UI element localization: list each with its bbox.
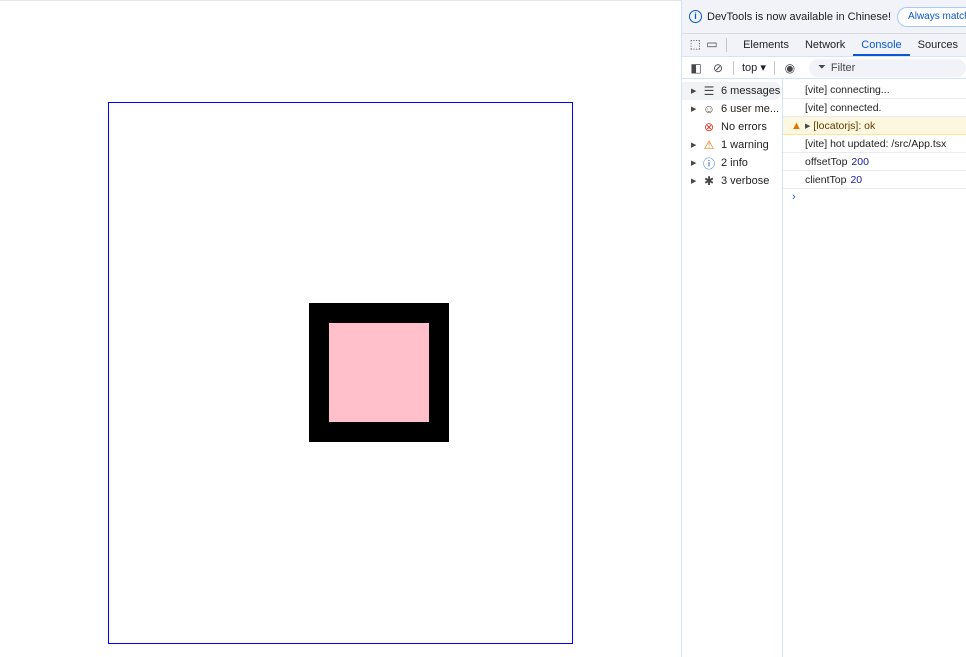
message-value: 20 [850, 173, 863, 186]
message-text: clientTop [805, 173, 847, 186]
sidebar-item-messages[interactable]: ▶ ☰ 6 messages [682, 82, 782, 100]
sidebar-item-errors[interactable]: ⊗ No errors [682, 118, 782, 136]
info-icon: i [689, 10, 702, 23]
expand-arrow-icon[interactable]: ▶ [805, 122, 810, 130]
message-text: [locatorjs]: ok [813, 119, 876, 132]
context-selector[interactable]: top ▾ [742, 61, 766, 74]
console-warning-message[interactable]: ▲ ▶ [locatorjs]: ok [783, 117, 966, 135]
warning-icon: ▲ [791, 119, 802, 132]
console-message[interactable]: offsetTop 200 [783, 153, 966, 171]
console-toolbar: ◧ ⊘ top ▾ ◉ ⏷ Filter [682, 57, 966, 79]
filter-placeholder: Filter [830, 61, 856, 74]
console-message[interactable]: [vite] hot updated: /src/App.tsx [783, 135, 966, 153]
sidebar-item-label: No errors [721, 121, 767, 133]
sidebar-item-label: 6 messages [721, 85, 781, 97]
devtools-panel: i DevTools is now available in Chinese! … [681, 0, 966, 657]
filter-icon: ⏷ [817, 62, 826, 73]
message-text: [vite] connected. [805, 101, 882, 114]
divider [733, 60, 734, 75]
sidebar-item-warnings[interactable]: ▶ ⚠ 1 warning [682, 136, 782, 154]
always-match-button[interactable]: Always match Ch [897, 6, 966, 27]
warning-icon: ⚠ [703, 138, 715, 152]
filter-input[interactable]: ⏷ Filter [808, 58, 966, 77]
console-message[interactable]: [vite] connected. [783, 99, 966, 117]
message-text: offsetTop [805, 155, 848, 168]
bordered-box [309, 303, 449, 442]
devtools-tabbar: ⬚ ▭ Elements Network Console Sources [682, 34, 966, 57]
info-icon: ⓘ [702, 156, 715, 171]
divider [773, 60, 775, 75]
message-text: [vite] connecting... [805, 83, 890, 96]
tab-sources[interactable]: Sources [910, 39, 966, 56]
inspect-element-icon[interactable]: ⬚ [689, 37, 702, 51]
error-icon: ⊗ [703, 120, 715, 134]
language-infobar: i DevTools is now available in Chinese! … [682, 0, 966, 34]
infobar-message: DevTools is now available in Chinese! [707, 10, 892, 23]
sidebar-item-label: 6 user me... [721, 103, 780, 115]
live-expression-eye-icon[interactable]: ◉ [783, 61, 797, 75]
sidebar-item-user-messages[interactable]: ▶ ☺ 6 user me... [682, 100, 782, 118]
console-sidebar: ▶ ☰ 6 messages ▶ ☺ 6 user me... ⊗ No err… [682, 79, 783, 657]
clear-console-icon[interactable]: ⊘ [711, 61, 725, 75]
expand-arrow-icon[interactable]: ▶ [691, 105, 699, 113]
console-prompt[interactable]: › [783, 189, 966, 205]
page-viewport [0, 0, 681, 657]
tab-console[interactable]: Console [853, 39, 910, 56]
sidebar-item-info[interactable]: ▶ ⓘ 2 info [682, 154, 782, 172]
sidebar-item-label: 1 warning [721, 139, 769, 151]
device-toolbar-icon[interactable]: ▭ [706, 37, 719, 51]
pink-content-box [329, 323, 429, 422]
sidebar-item-label: 3 verbose [721, 175, 770, 187]
divider [726, 38, 728, 52]
expand-arrow-icon[interactable]: ▶ [691, 177, 699, 185]
console-messages: [vite] connecting... [vite] connected. ▲… [783, 79, 966, 657]
bug-icon: ✱ [703, 174, 715, 188]
sidebar-toggle-icon[interactable]: ◧ [689, 61, 703, 75]
tab-network[interactable]: Network [797, 39, 853, 56]
tab-elements[interactable]: Elements [735, 39, 797, 56]
sidebar-item-label: 2 info [721, 157, 748, 169]
list-icon: ☰ [703, 84, 715, 98]
user-icon: ☺ [702, 102, 716, 116]
sidebar-item-verbose[interactable]: ▶ ✱ 3 verbose [682, 172, 782, 190]
message-text: [vite] hot updated: /src/App.tsx [805, 137, 947, 150]
message-value: 200 [851, 155, 869, 168]
expand-arrow-icon[interactable]: ▶ [691, 87, 699, 95]
expand-arrow-icon[interactable]: ▶ [691, 159, 699, 167]
console-message[interactable]: [vite] connecting... [783, 81, 966, 99]
expand-arrow-icon[interactable]: ▶ [691, 141, 699, 149]
console-message[interactable]: clientTop 20 [783, 171, 966, 189]
prompt-chevron-icon: › [792, 191, 796, 203]
